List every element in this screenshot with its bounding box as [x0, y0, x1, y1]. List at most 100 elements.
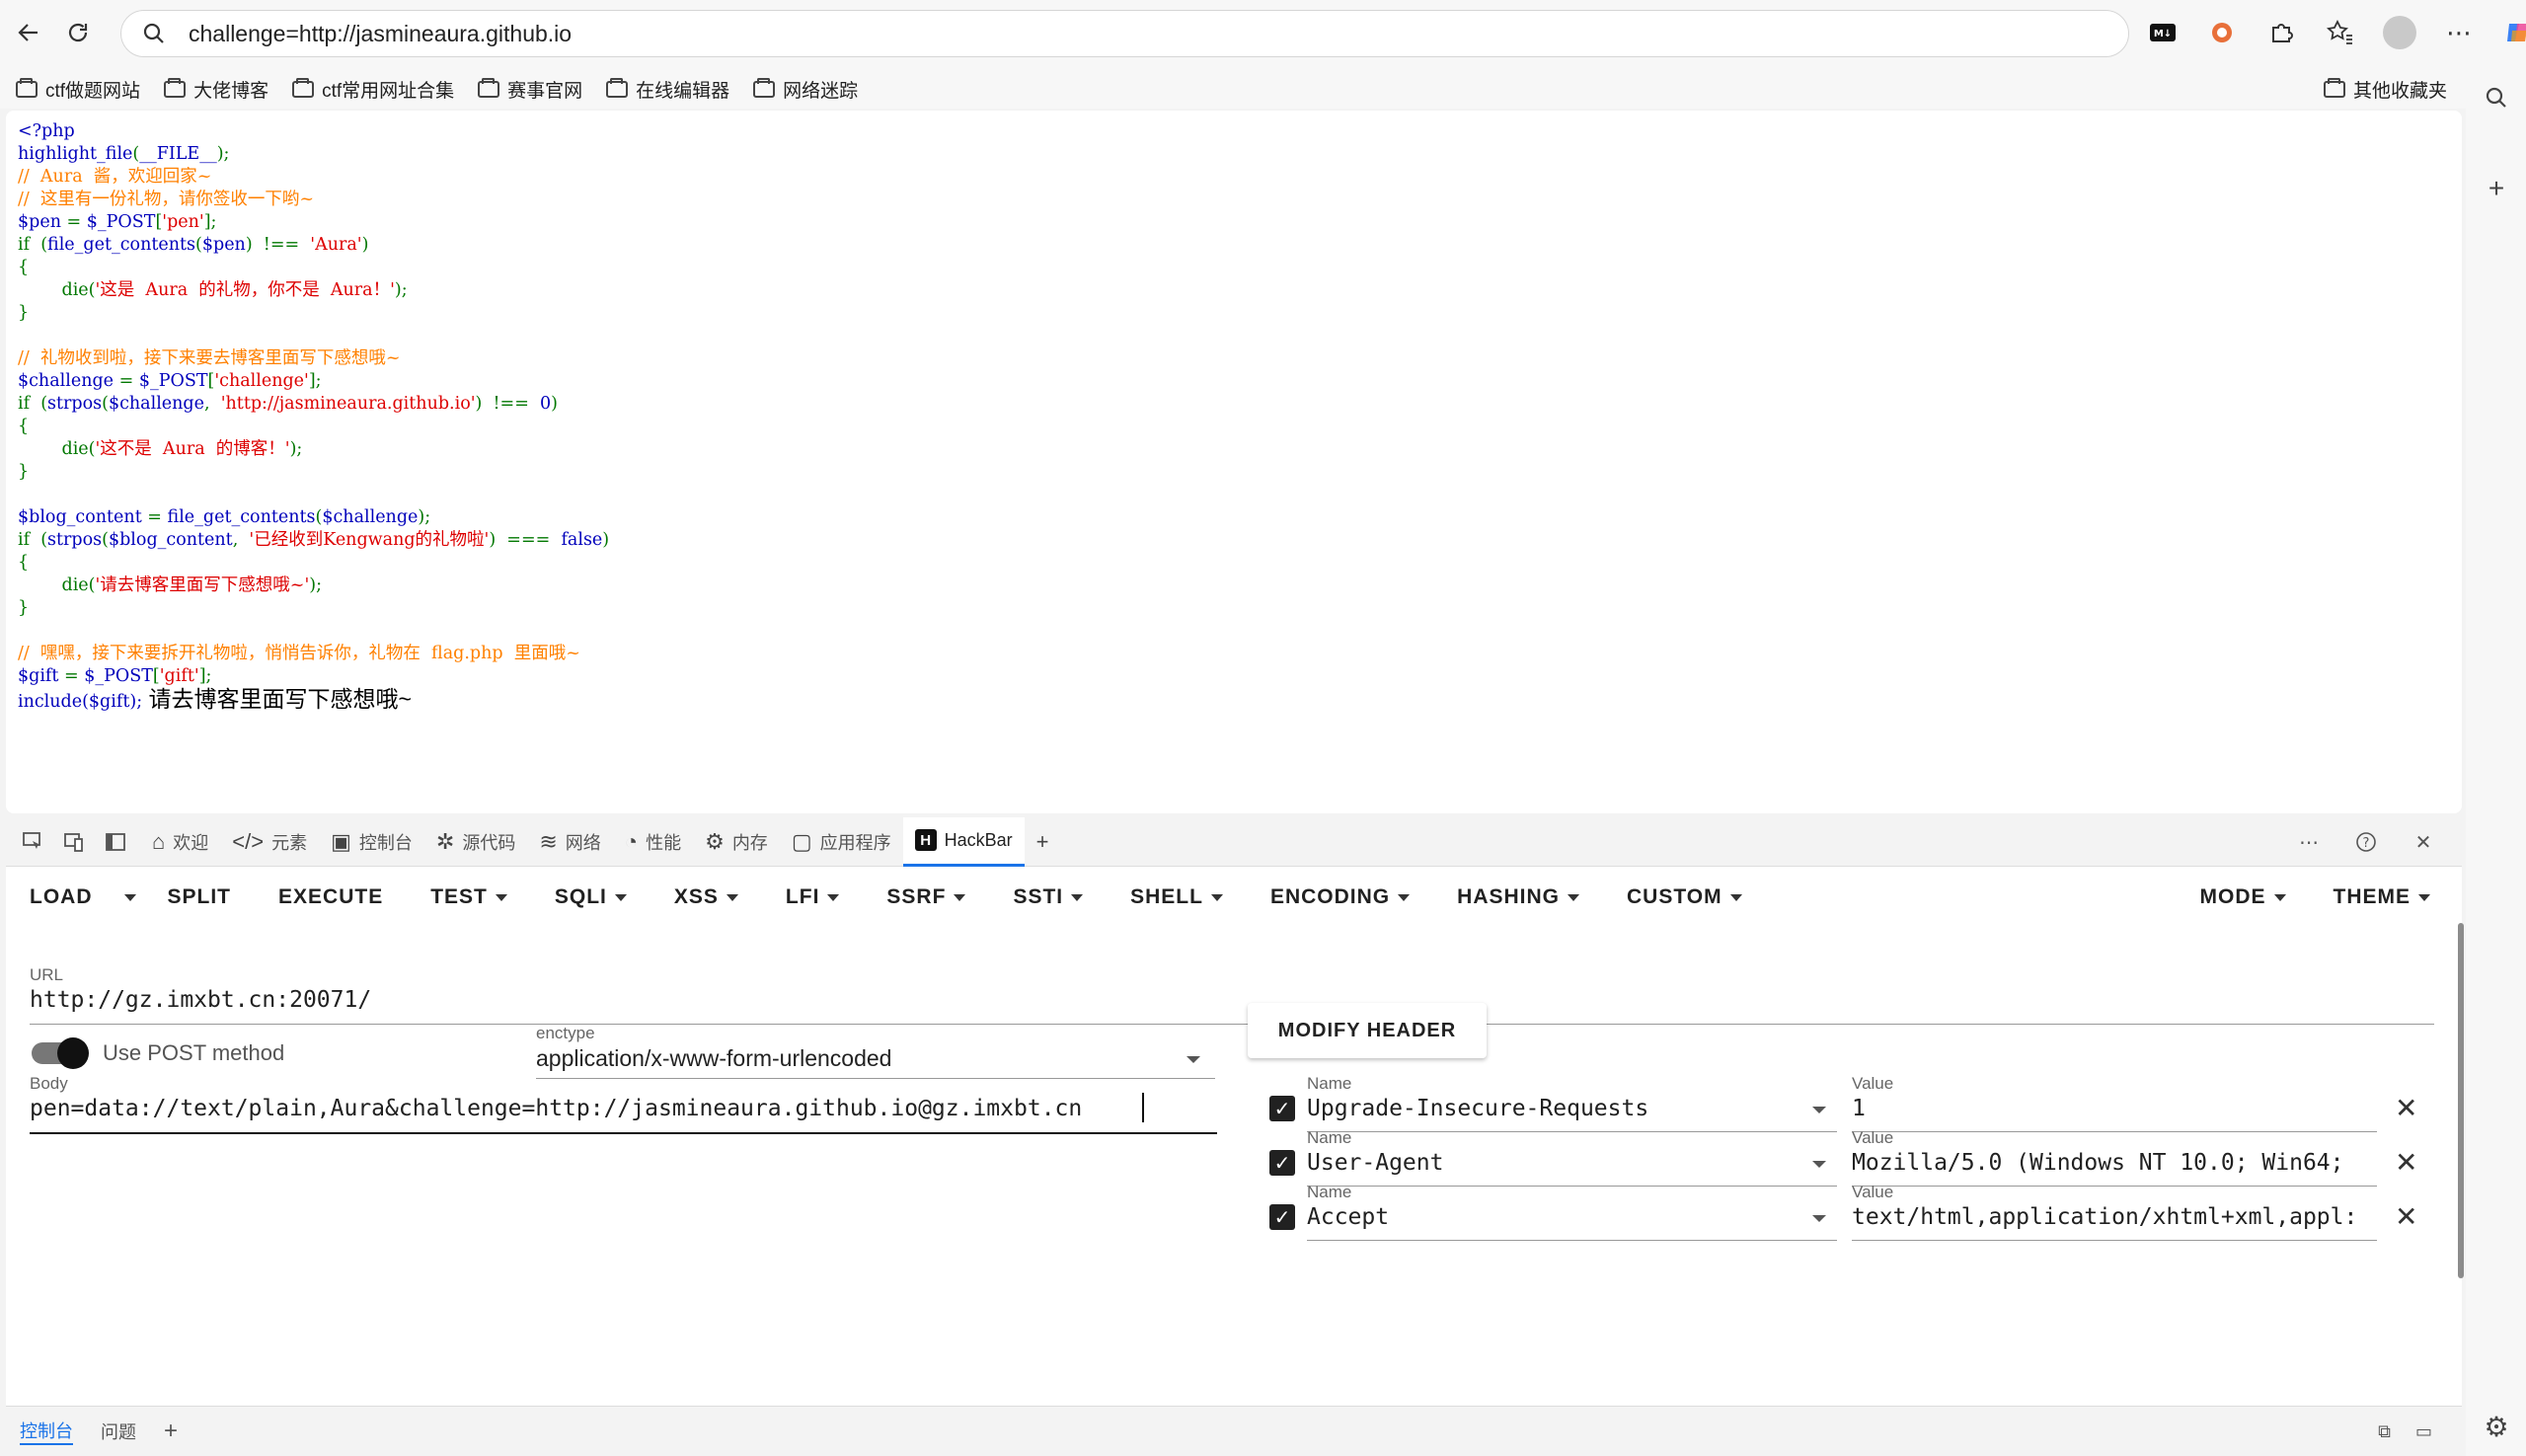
menu-label: SSRF — [886, 885, 947, 908]
menu-hashing-button[interactable]: HASHING — [1433, 885, 1603, 909]
bookmark-label: ctf常用网址合集 — [322, 80, 455, 102]
menu-encoding-button[interactable]: ENCODING — [1247, 885, 1433, 909]
search-icon[interactable] — [2480, 81, 2513, 115]
tab-network[interactable]: ≋ 网络 — [527, 817, 612, 867]
code-token: ( — [40, 394, 48, 414]
tab-console[interactable]: ▣ 控制台 — [319, 817, 424, 867]
address-bar[interactable]: challenge=http://jasmineaura.github.io — [120, 10, 2129, 57]
reload-icon[interactable] — [59, 14, 97, 51]
body-input[interactable]: pen=data://text/plain,Aura&challenge=htt… — [30, 1096, 1082, 1121]
remove-header-close-icon[interactable]: ✕ — [2395, 1146, 2417, 1179]
header-value-input[interactable]: text/html,application/xhtml+xml,appl: — [1852, 1204, 2377, 1230]
header-enabled-checkbox[interactable]: ✓ — [1269, 1150, 1295, 1176]
svg-text:?: ? — [2363, 836, 2370, 851]
more-options-icon[interactable]: ⋯ — [2292, 825, 2326, 859]
drawer-tab-issues[interactable]: 问题 — [101, 1418, 136, 1444]
other-bookmarks[interactable]: 其他收藏夹 — [2323, 69, 2447, 109]
menu-mode-button[interactable]: MODE — [2177, 885, 2310, 909]
hackbar-logo-icon: H — [914, 829, 937, 851]
bookmark-contest-sites[interactable]: 赛事官网 — [478, 76, 582, 103]
url-underline — [30, 1024, 2434, 1025]
help-icon[interactable]: ? — [2349, 825, 2383, 859]
menu-theme-button[interactable]: THEME — [2310, 885, 2455, 909]
header-value-input[interactable]: 1 — [1852, 1096, 2377, 1121]
menu-test-button[interactable]: TEST — [407, 885, 531, 909]
tab-label: 控制台 — [358, 832, 413, 853]
profile-avatar[interactable] — [2381, 14, 2418, 51]
more-menu-icon[interactable]: ⋯ — [2440, 14, 2478, 51]
enctype-label: enctype — [536, 1024, 595, 1042]
close-devtools-icon[interactable]: ✕ — [2407, 825, 2440, 859]
remove-header-close-icon[interactable]: ✕ — [2395, 1200, 2417, 1233]
tab-performance[interactable]: ◔ 性能 — [613, 817, 693, 867]
settings-gear-icon[interactable]: ⚙ — [2480, 1410, 2513, 1443]
favorites-star-icon[interactable] — [2322, 14, 2359, 51]
url-input[interactable]: http://gz.imxbt.cn:20071/ — [30, 987, 371, 1013]
header-name-input[interactable]: User-Agent — [1307, 1150, 1443, 1176]
extension-orange-icon[interactable] — [2203, 14, 2241, 51]
code-token: $_POST — [84, 666, 153, 686]
device-toolbar-icon[interactable] — [57, 825, 91, 859]
menu-load-button[interactable]: LOAD — [6, 885, 116, 909]
bookmark-osint[interactable]: 网络迷踪 — [753, 76, 858, 103]
markdown-extension-icon[interactable]: M↓ — [2144, 14, 2182, 51]
chevron-down-icon — [1812, 1161, 1826, 1168]
copilot-icon[interactable] — [2499, 14, 2526, 51]
bookmark-blogs[interactable]: 大佬博客 — [164, 76, 268, 103]
load-dropdown-button[interactable] — [116, 893, 144, 901]
menu-xss-button[interactable]: XSS — [651, 885, 762, 909]
tab-elements[interactable]: </> 元素 — [220, 817, 319, 867]
menu-label: THEME — [2333, 885, 2411, 908]
dock-sidebar-icon[interactable] — [99, 825, 132, 859]
tab-sources[interactable]: ✲ 源代码 — [424, 817, 527, 867]
post-toggle-knob[interactable] — [57, 1037, 89, 1069]
code-line: { — [18, 257, 609, 279]
bookmark-ctf-sites[interactable]: ctf做题网站 — [16, 76, 140, 103]
enctype-select[interactable]: application/x-www-form-urlencoded — [536, 1045, 891, 1072]
menu-execute-button[interactable]: EXECUTE — [255, 885, 407, 909]
back-arrow-icon[interactable] — [10, 14, 47, 51]
header-enabled-checkbox[interactable]: ✓ — [1269, 1096, 1295, 1121]
menu-split-button[interactable]: SPLIT — [144, 885, 256, 909]
add-drawer-tab-icon[interactable]: + — [164, 1418, 178, 1445]
bug-icon: ✲ — [435, 828, 455, 854]
header-value-input[interactable]: Mozilla/5.0 (Windows NT 10.0; Win64; — [1852, 1150, 2377, 1176]
code-line: if (strpos($blog_content, '已经收到Kengwang的… — [18, 529, 609, 552]
tab-welcome[interactable]: ⌂ 欢迎 — [140, 817, 220, 867]
bookmark-label: 赛事官网 — [507, 80, 583, 102]
code-token: $_POST — [86, 212, 156, 232]
bookmark-label: 网络迷踪 — [783, 80, 859, 102]
code-token: // Aura 酱，欢迎回家~ — [18, 167, 212, 187]
code-token: '请去博客里面写下感想哦~' — [95, 575, 310, 595]
header-name-input[interactable]: Accept — [1307, 1204, 1389, 1230]
menu-lfi-button[interactable]: LFI — [762, 885, 864, 909]
add-icon[interactable]: + — [2480, 172, 2513, 205]
drawer-tab-console[interactable]: 控制台 — [20, 1418, 73, 1445]
collapse-drawer-icon[interactable]: ▭ — [2415, 1421, 2432, 1442]
folder-icon — [753, 77, 776, 98]
tab-memory[interactable]: ⚙ 内存 — [693, 817, 780, 867]
inspect-element-icon[interactable] — [16, 825, 49, 859]
hackbar-scrollbar[interactable] — [2458, 923, 2464, 1278]
menu-custom-button[interactable]: CUSTOM — [1603, 885, 1766, 909]
code-token: $pen — [201, 235, 246, 255]
undock-drawer-icon[interactable]: ⧉ — [2378, 1421, 2391, 1442]
header-enabled-checkbox[interactable]: ✓ — [1269, 1204, 1295, 1230]
browser-toolbar: challenge=http://jasmineaura.github.io M… — [0, 0, 2526, 69]
add-tab-button[interactable]: + — [1025, 817, 1061, 867]
code-token: ) === — [489, 530, 562, 550]
header-name-input[interactable]: Upgrade-Insecure-Requests — [1307, 1096, 1648, 1121]
bookmark-online-editor[interactable]: 在线编辑器 — [606, 76, 729, 103]
modify-header-button[interactable]: MODIFY HEADER — [1248, 1003, 1487, 1058]
tab-application[interactable]: ▢ 应用程序 — [780, 817, 903, 867]
menu-shell-button[interactable]: SHELL — [1107, 885, 1247, 909]
menu-ssti-button[interactable]: SSTI — [989, 885, 1107, 909]
code-token: if — [18, 235, 41, 255]
bookmark-ctf-links[interactable]: ctf常用网址合集 — [292, 76, 454, 103]
tab-hackbar[interactable]: H HackBar — [902, 816, 1025, 867]
code-token: 0 — [539, 394, 552, 414]
extensions-puzzle-icon[interactable] — [2262, 14, 2300, 51]
menu-sqli-button[interactable]: SQLI — [531, 885, 651, 909]
remove-header-close-icon[interactable]: ✕ — [2395, 1092, 2417, 1124]
menu-ssrf-button[interactable]: SSRF — [863, 885, 989, 909]
